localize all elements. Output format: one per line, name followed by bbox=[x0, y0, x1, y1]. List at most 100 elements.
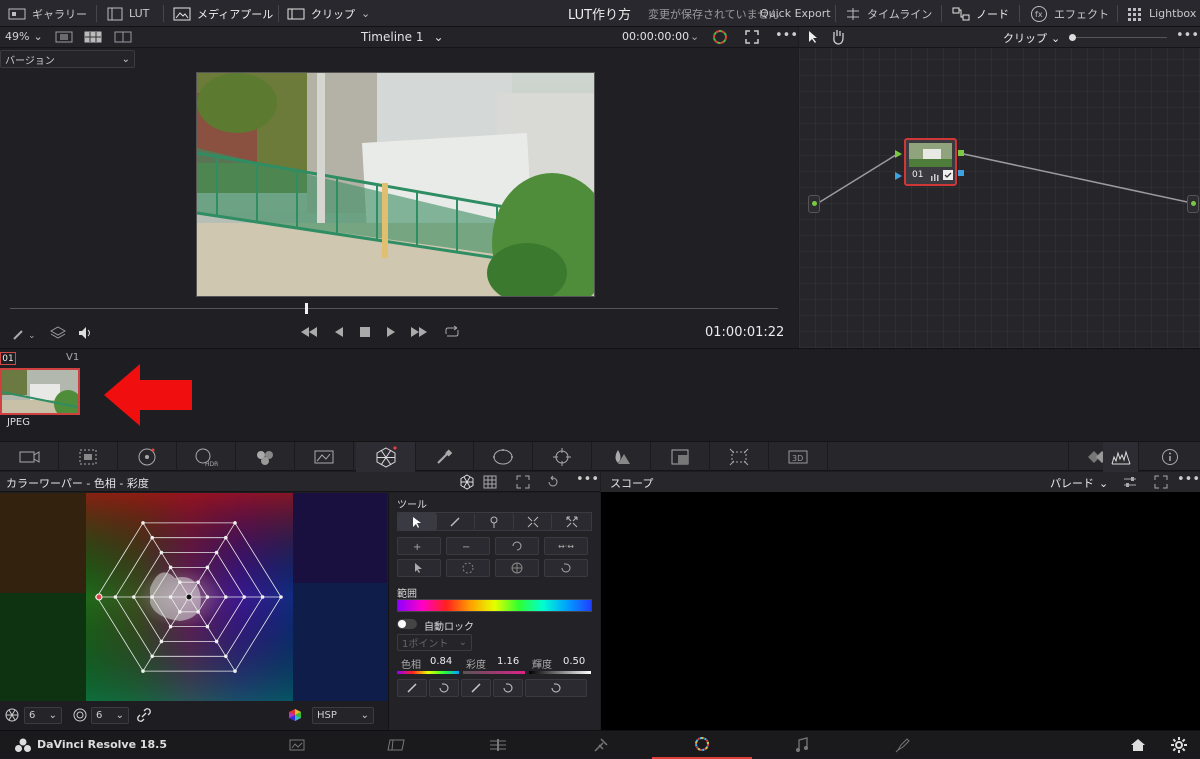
color-space-dropdown[interactable]: HSP ⌄ bbox=[312, 707, 374, 724]
node-output-blue[interactable] bbox=[958, 170, 964, 176]
scope-mode-dropdown[interactable]: パレード ⌄ bbox=[1050, 475, 1108, 491]
source-node-input[interactable] bbox=[808, 195, 820, 213]
primaries-wheels-icon[interactable] bbox=[118, 442, 177, 472]
reset-hue-icon[interactable] bbox=[429, 679, 459, 697]
warper-control-point[interactable] bbox=[214, 550, 219, 555]
pen-tool-icon[interactable] bbox=[436, 513, 476, 530]
quick-export-button[interactable]: Quick Export bbox=[760, 0, 831, 27]
warper-control-point[interactable] bbox=[159, 639, 164, 644]
page-fairlight-icon[interactable] bbox=[752, 731, 852, 759]
spread-point-icon[interactable]: ↔·↔ bbox=[544, 537, 588, 555]
warper-control-point[interactable] bbox=[150, 654, 154, 659]
clips-button[interactable]: クリップ ⌄ bbox=[287, 0, 370, 27]
warper-control-point[interactable] bbox=[224, 654, 228, 659]
select-region-icon[interactable] bbox=[446, 559, 490, 577]
select-all-icon[interactable] bbox=[495, 559, 539, 577]
stop-icon[interactable] bbox=[359, 326, 371, 341]
single-view-icon[interactable] bbox=[55, 31, 73, 46]
playhead[interactable] bbox=[304, 303, 308, 314]
split-view-icon[interactable] bbox=[114, 31, 132, 46]
page-edit-icon[interactable] bbox=[448, 731, 548, 759]
luminance-slider[interactable] bbox=[529, 671, 591, 674]
layers-icon[interactable] bbox=[49, 326, 67, 343]
hand-icon[interactable] bbox=[831, 29, 845, 48]
timeline-selector[interactable]: Timeline 1 ⌄ bbox=[361, 30, 444, 44]
fullscreen-icon[interactable] bbox=[745, 30, 759, 47]
node-zoom-handle[interactable] bbox=[1069, 34, 1076, 41]
rotate-point-icon[interactable] bbox=[495, 537, 539, 555]
warper-control-point[interactable] bbox=[150, 535, 154, 540]
warper-control-point[interactable] bbox=[178, 610, 182, 614]
play-icon[interactable] bbox=[385, 326, 397, 341]
skip-forward-icon[interactable] bbox=[410, 326, 428, 341]
media-pool-button[interactable]: メディアプール bbox=[173, 0, 273, 27]
warper-control-point[interactable] bbox=[113, 595, 118, 599]
node-mode-dropdown[interactable]: クリップ ⌄ bbox=[1003, 30, 1060, 46]
camera-raw-icon[interactable] bbox=[0, 442, 59, 472]
pin-tool-icon[interactable] bbox=[475, 513, 514, 530]
select-tool-icon[interactable] bbox=[398, 513, 437, 530]
reset-sat-icon[interactable] bbox=[493, 679, 523, 697]
warper-control-point[interactable] bbox=[205, 565, 210, 570]
point-mode-dropdown[interactable]: 1ポイント ⌄ bbox=[397, 634, 472, 651]
key-icon[interactable] bbox=[651, 442, 710, 472]
warper-control-point[interactable] bbox=[141, 521, 145, 525]
warper-control-point[interactable] bbox=[196, 580, 200, 584]
clip-thumbnail[interactable] bbox=[0, 368, 80, 415]
scope-icon[interactable] bbox=[1103, 442, 1139, 472]
page-fusion-icon[interactable] bbox=[551, 731, 651, 759]
warper-control-point[interactable] bbox=[260, 595, 265, 599]
zoom-dropdown[interactable]: 49% ⌄ bbox=[5, 30, 43, 43]
warper-control-point[interactable] bbox=[279, 595, 283, 599]
link-icon[interactable] bbox=[137, 708, 151, 725]
reset-points-icon[interactable] bbox=[544, 559, 588, 577]
version-dropdown[interactable]: バージョン ⌄ bbox=[0, 50, 135, 68]
warper-control-point[interactable] bbox=[224, 595, 228, 599]
lut-button[interactable]: LUT bbox=[107, 0, 149, 27]
color-warper-icon[interactable] bbox=[356, 442, 416, 472]
speaker-icon[interactable] bbox=[78, 326, 94, 343]
add-point-icon[interactable]: + bbox=[397, 537, 441, 555]
power-window-icon[interactable] bbox=[474, 442, 533, 472]
lightbox-button[interactable]: Lightbox bbox=[1127, 0, 1196, 27]
warper-control-point[interactable] bbox=[205, 624, 210, 629]
more-options-icon[interactable]: ••• bbox=[1177, 472, 1200, 487]
more-options-icon[interactable]: ••• bbox=[775, 28, 798, 43]
page-deliver-icon[interactable] bbox=[853, 731, 953, 759]
settings-gear-icon[interactable] bbox=[1171, 737, 1187, 756]
node-output-green[interactable] bbox=[958, 150, 964, 156]
warper-mode-icon[interactable] bbox=[459, 474, 475, 493]
timeline-button[interactable]: タイムライン bbox=[845, 0, 932, 27]
warper-control-point[interactable] bbox=[242, 595, 246, 599]
warper-control-point[interactable] bbox=[233, 521, 237, 525]
warper-control-point[interactable] bbox=[150, 595, 154, 599]
range-hue-bar[interactable] bbox=[397, 599, 592, 612]
expand-icon[interactable] bbox=[516, 475, 530, 492]
skip-back-icon[interactable] bbox=[300, 326, 318, 341]
warper-control-point[interactable] bbox=[132, 595, 136, 599]
color-wheel-icon[interactable] bbox=[712, 29, 728, 48]
expand-tool-icon[interactable] bbox=[552, 513, 592, 530]
auto-lock-toggle[interactable] bbox=[397, 619, 417, 629]
reset-icon[interactable] bbox=[546, 475, 560, 492]
color-match-icon[interactable] bbox=[59, 442, 118, 472]
page-color-icon[interactable] bbox=[652, 731, 752, 759]
reset-luma-icon[interactable] bbox=[525, 679, 587, 697]
corrector-node[interactable]: 01 bbox=[904, 138, 957, 186]
3d-icon[interactable]: 3D bbox=[769, 442, 828, 472]
warper-control-point[interactable] bbox=[214, 639, 219, 644]
qualifier-icon[interactable] bbox=[415, 442, 474, 472]
home-icon[interactable] bbox=[1130, 738, 1146, 755]
tracker-icon[interactable] bbox=[533, 442, 592, 472]
node-zoom-slider[interactable] bbox=[1069, 37, 1167, 38]
grid-icon[interactable] bbox=[483, 475, 497, 492]
warper-control-point[interactable] bbox=[159, 550, 164, 555]
warper-control-point[interactable] bbox=[205, 595, 210, 599]
warper-control-point[interactable] bbox=[224, 535, 228, 540]
grid-view-icon[interactable] bbox=[84, 31, 102, 46]
pick-sat-icon[interactable] bbox=[461, 679, 491, 697]
warper-control-point[interactable] bbox=[168, 565, 173, 570]
play-reverse-icon[interactable] bbox=[333, 326, 345, 341]
hue-slider[interactable] bbox=[397, 671, 459, 674]
hdr-wheels-icon[interactable]: HDR bbox=[177, 442, 236, 472]
